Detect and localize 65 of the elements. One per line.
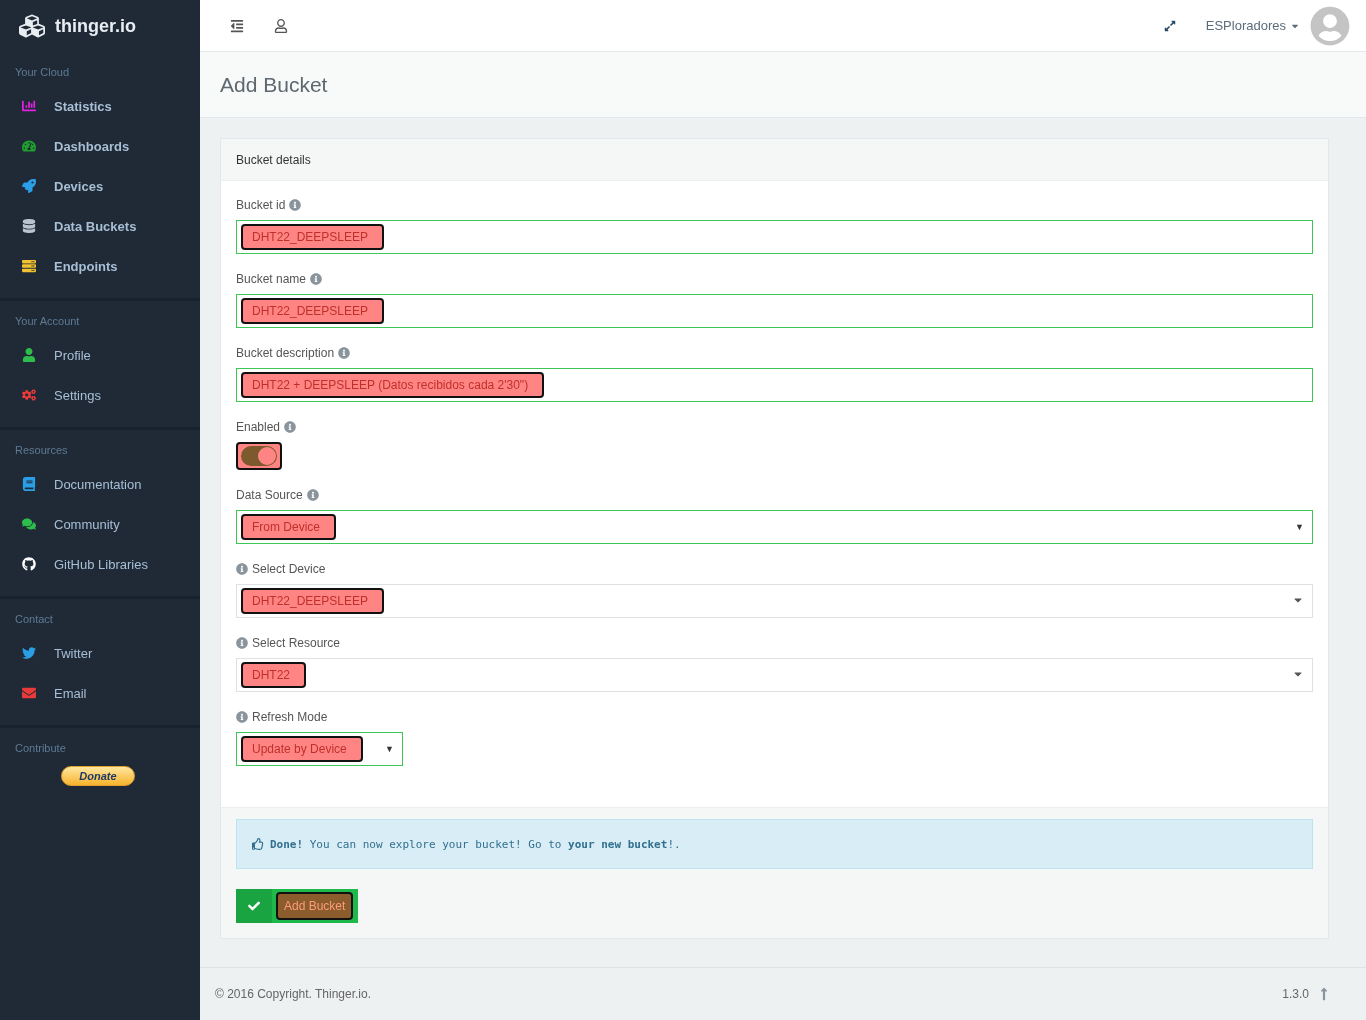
- field-label: Bucket name: [236, 272, 307, 286]
- sidebar-item[interactable]: Dashboards: [0, 126, 200, 166]
- sidebar-item[interactable]: Devices: [0, 166, 200, 206]
- thumbs-up-icon: [252, 838, 264, 850]
- select-field[interactable]: Update by Device ▼: [236, 732, 403, 766]
- avatar-icon: [1310, 5, 1350, 46]
- version-text: 1.3.0: [1282, 987, 1309, 1001]
- twitter-icon: [22, 646, 36, 660]
- brand-name: thinger.io: [55, 15, 136, 37]
- book-icon: [22, 477, 36, 491]
- card-title: Bucket details: [221, 139, 1328, 181]
- sidebar-item[interactable]: Profile: [0, 335, 200, 375]
- user-menu[interactable]: ESPloradores: [1205, 18, 1300, 33]
- gears-icon: [22, 388, 36, 402]
- user-icon: [22, 348, 36, 362]
- sidebar-item[interactable]: Settings: [0, 375, 200, 415]
- caret: ▼: [385, 744, 395, 754]
- user-icon[interactable]: [274, 18, 288, 33]
- sidebar-item[interactable]: GitHub Libraries: [0, 544, 200, 584]
- check-icon: [248, 900, 260, 912]
- gauge-icon: [22, 139, 36, 153]
- expand-icon[interactable]: [1163, 19, 1176, 32]
- sidebar-item[interactable]: Endpoints: [0, 246, 200, 286]
- caret: ▼: [1295, 522, 1305, 532]
- field-label: Refresh Mode: [252, 710, 328, 724]
- field-label: Select Device: [252, 562, 326, 576]
- sidebar-item[interactable]: Community: [0, 504, 200, 544]
- info-icon: [236, 563, 248, 575]
- chat-bubbles-icon: [22, 517, 36, 531]
- alert-text: Done! You can now explore your bucket! Go to your new bucket!.: [270, 837, 681, 851]
- cubes-logo-icon: [19, 13, 45, 39]
- sidebar-item[interactable]: Twitter: [0, 633, 200, 673]
- info-icon: [284, 421, 297, 433]
- sidebar-item[interactable]: Data Buckets: [0, 206, 200, 246]
- info-icon: [338, 347, 351, 359]
- envelope-icon: [22, 686, 36, 700]
- info-icon: [310, 273, 323, 285]
- section-title: Contribute: [14, 742, 67, 756]
- copyright-text: © 2016 Copyright. Thinger.io.: [215, 987, 372, 1001]
- field-label: Bucket id: [236, 198, 286, 212]
- section-title: Your Account: [14, 315, 81, 329]
- field-label: Select Resource: [252, 636, 341, 650]
- sidebar-item[interactable]: Email: [0, 673, 200, 713]
- info-icon: [306, 489, 319, 501]
- rocket-icon: [22, 179, 36, 193]
- page-title: Add Bucket: [220, 72, 328, 97]
- info-icon: [236, 711, 248, 723]
- menu-icon[interactable]: [230, 18, 244, 33]
- field-label: Data Source: [236, 488, 303, 502]
- github-icon: [22, 557, 36, 571]
- section-title: Contact: [14, 613, 54, 627]
- select-field[interactable]: From Device ▼: [236, 510, 1313, 544]
- bar-chart-icon: [22, 99, 36, 113]
- section-title: Resources: [14, 444, 69, 458]
- toggle-switch[interactable]: [236, 442, 282, 470]
- info-icon: [289, 199, 302, 211]
- info-icon: [236, 637, 248, 649]
- field-label: Bucket description: [236, 346, 335, 360]
- section-title: Your Cloud: [14, 66, 71, 80]
- database-icon: [22, 219, 36, 233]
- server-icon: [22, 259, 36, 273]
- donate-button[interactable]: Donate: [61, 766, 135, 786]
- sidebar-item[interactable]: Statistics: [0, 86, 200, 126]
- field-label: Enabled: [236, 420, 281, 434]
- sidebar-item[interactable]: Documentation: [0, 464, 200, 504]
